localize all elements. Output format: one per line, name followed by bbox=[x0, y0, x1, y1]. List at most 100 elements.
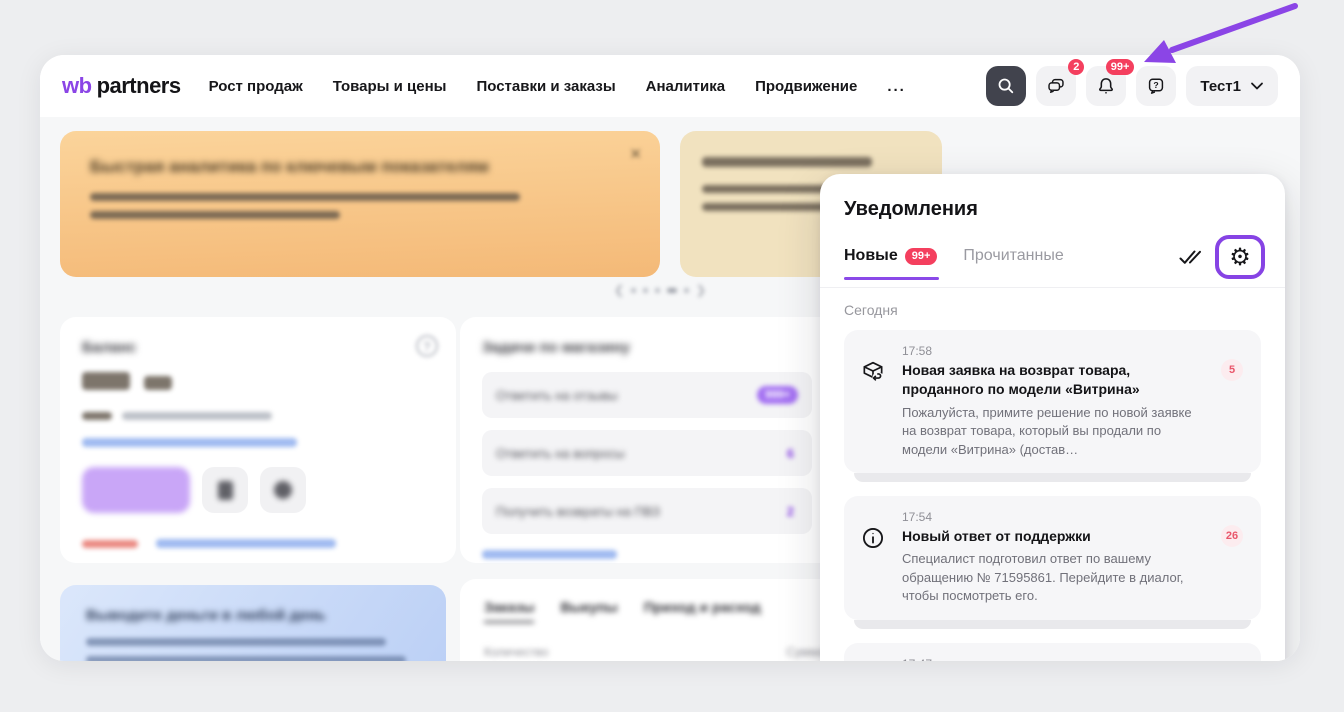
blurred-text-bar bbox=[86, 656, 406, 661]
search-icon bbox=[995, 75, 1017, 97]
help-button[interactable]: ? bbox=[1136, 66, 1176, 106]
logo-wb: wb bbox=[62, 73, 92, 99]
money-withdrawal-banner[interactable]: Выводите деньги в любой день bbox=[60, 585, 446, 661]
tab-new-label: Новые bbox=[844, 247, 898, 265]
task-row-reviews[interactable]: Ответить на отзывы 999+ bbox=[482, 372, 812, 418]
notification-body: Специалист подготовил ответ по вашему об… bbox=[902, 550, 1209, 605]
notification-item[interactable]: 17:47 Заказ 4547752676 отменится через 4… bbox=[844, 643, 1261, 661]
balance-action-button[interactable] bbox=[260, 467, 306, 513]
orders-col-quantity: Количество bbox=[484, 645, 548, 659]
blurred-amount bbox=[144, 376, 172, 390]
tab-read-label: Прочитанные bbox=[963, 247, 1063, 265]
nav-item-analytics[interactable]: Аналитика bbox=[646, 78, 725, 95]
chat-button[interactable]: 2 bbox=[1036, 66, 1076, 106]
active-tab-underline bbox=[844, 277, 939, 280]
notification-count-badge: 26 bbox=[1221, 525, 1243, 547]
carousel-dot[interactable] bbox=[684, 288, 689, 293]
tab-income-expense[interactable]: Приход и расход bbox=[644, 599, 761, 623]
settings-highlight-circle: ⚙ bbox=[1215, 235, 1265, 279]
carousel-dot[interactable] bbox=[631, 288, 636, 293]
carousel-dot[interactable] bbox=[655, 288, 660, 293]
notification-title: Новая заявка на возврат товара, проданно… bbox=[902, 361, 1209, 400]
orders-columns: Количество Сумма bbox=[484, 645, 824, 659]
tab-buyouts[interactable]: Выкупы bbox=[560, 599, 617, 623]
nav-item-goods-prices[interactable]: Товары и цены bbox=[333, 78, 447, 95]
tab-orders[interactable]: Заказы bbox=[484, 599, 534, 623]
carousel-next-icon[interactable]: ❯ bbox=[696, 283, 706, 297]
notification-item[interactable]: 17:54 Новый ответ от поддержки Специалис… bbox=[844, 496, 1261, 620]
blurred-alert-text bbox=[82, 540, 138, 548]
chat-badge: 2 bbox=[1068, 59, 1084, 75]
info-icon bbox=[860, 525, 886, 551]
account-name: Тест1 bbox=[1200, 78, 1241, 95]
blurred-link[interactable] bbox=[156, 539, 336, 548]
task-label: Ответить на вопросы bbox=[496, 446, 625, 461]
blurred-text-bar bbox=[702, 157, 872, 167]
section-today-label: Сегодня bbox=[844, 302, 1261, 318]
package-return-icon bbox=[860, 359, 886, 385]
notifications-badge: 99+ bbox=[1106, 59, 1135, 75]
mark-all-read-icon[interactable] bbox=[1177, 247, 1205, 267]
orders-col-sum: Сумма bbox=[786, 645, 824, 659]
nav-item-promotion[interactable]: Продвижение bbox=[755, 78, 857, 95]
notification-item[interactable]: 17:58 Новая заявка на возврат товара, пр… bbox=[844, 330, 1261, 473]
panel-title: Уведомления bbox=[844, 198, 1261, 221]
notification-body: Пожалуйста, примите решение по новой зая… bbox=[902, 404, 1209, 459]
logo-partners: partners bbox=[97, 73, 181, 99]
blurred-text-bar bbox=[86, 638, 386, 646]
blue-banner-title: Выводите деньги в любой день bbox=[86, 607, 420, 624]
gear-icon[interactable]: ⚙ bbox=[1229, 245, 1251, 269]
blurred-text-bar bbox=[90, 211, 340, 219]
tab-new-badge: 99+ bbox=[905, 248, 938, 265]
notification-time: 17:58 bbox=[902, 344, 1209, 358]
nav-more-button[interactable]: ... bbox=[887, 78, 906, 95]
tab-new[interactable]: Новые 99+ bbox=[844, 247, 937, 267]
analytics-promo-banner[interactable]: Быстрая аналитика по ключевым показателя… bbox=[60, 131, 660, 277]
tab-read[interactable]: Прочитанные bbox=[963, 247, 1063, 267]
banner-carousel-controls[interactable]: ❮ ❯ bbox=[560, 283, 760, 297]
notification-stack-edge bbox=[854, 473, 1251, 482]
balance-action-button[interactable] bbox=[202, 467, 248, 513]
task-count-badge: 999+ bbox=[757, 386, 798, 404]
chevron-down-icon bbox=[1250, 81, 1264, 91]
account-switcher[interactable]: Тест1 bbox=[1186, 66, 1278, 106]
task-count-badge: 2 bbox=[783, 504, 798, 519]
chat-icon bbox=[1045, 75, 1067, 97]
notifications-button[interactable]: 99+ bbox=[1086, 66, 1126, 106]
carousel-dot[interactable] bbox=[643, 288, 648, 293]
main-nav: Рост продаж Товары и цены Поставки и зак… bbox=[209, 78, 906, 95]
blurred-amount bbox=[82, 372, 130, 390]
notifications-tabs: Новые 99+ Прочитанные ⚙ bbox=[820, 239, 1285, 288]
withdraw-button[interactable] bbox=[82, 467, 190, 513]
nav-item-sales-growth[interactable]: Рост продаж bbox=[209, 78, 303, 95]
notifications-panel: Уведомления Новые 99+ Прочитанные ⚙ bbox=[820, 174, 1285, 661]
blurred-text-bar bbox=[90, 193, 520, 201]
task-row-returns[interactable]: Получить возвраты на ПВЗ 2 bbox=[482, 488, 812, 534]
blurred-text-bar bbox=[122, 412, 272, 420]
search-button[interactable] bbox=[986, 66, 1026, 106]
blurred-glyph bbox=[274, 481, 292, 499]
blurred-link[interactable] bbox=[82, 438, 297, 447]
balance-title: Баланс bbox=[82, 339, 434, 356]
task-row-questions[interactable]: Ответить на вопросы 6 bbox=[482, 430, 812, 476]
app-window: wbpartners Рост продаж Товары и цены Пос… bbox=[40, 55, 1300, 661]
task-label: Ответить на отзывы bbox=[496, 388, 618, 403]
blurred-link[interactable] bbox=[482, 550, 617, 559]
blurred-glyph bbox=[218, 481, 233, 500]
notification-time: 17:54 bbox=[902, 510, 1209, 524]
wb-partners-logo[interactable]: wbpartners bbox=[62, 73, 181, 99]
carousel-prev-icon[interactable]: ❮ bbox=[614, 283, 624, 297]
task-count-badge: 6 bbox=[783, 446, 798, 461]
nav-item-supplies-orders[interactable]: Поставки и заказы bbox=[476, 78, 615, 95]
task-label: Получить возвраты на ПВЗ bbox=[496, 504, 660, 519]
topbar-actions: 2 99+ ? Тест1 bbox=[986, 66, 1278, 106]
promo-banner-title: Быстрая аналитика по ключевым показателя… bbox=[90, 157, 630, 177]
notification-title: Новый ответ от поддержки bbox=[902, 527, 1209, 546]
bell-icon bbox=[1095, 75, 1117, 97]
balance-card: Баланс ? bbox=[60, 317, 456, 563]
banner-close-icon[interactable]: ✕ bbox=[629, 145, 642, 163]
top-navbar: wbpartners Рост продаж Товары и цены Пос… bbox=[40, 55, 1300, 117]
balance-help-icon[interactable]: ? bbox=[416, 335, 438, 357]
carousel-dot-active[interactable] bbox=[667, 288, 677, 293]
notification-stack-edge bbox=[854, 620, 1251, 629]
